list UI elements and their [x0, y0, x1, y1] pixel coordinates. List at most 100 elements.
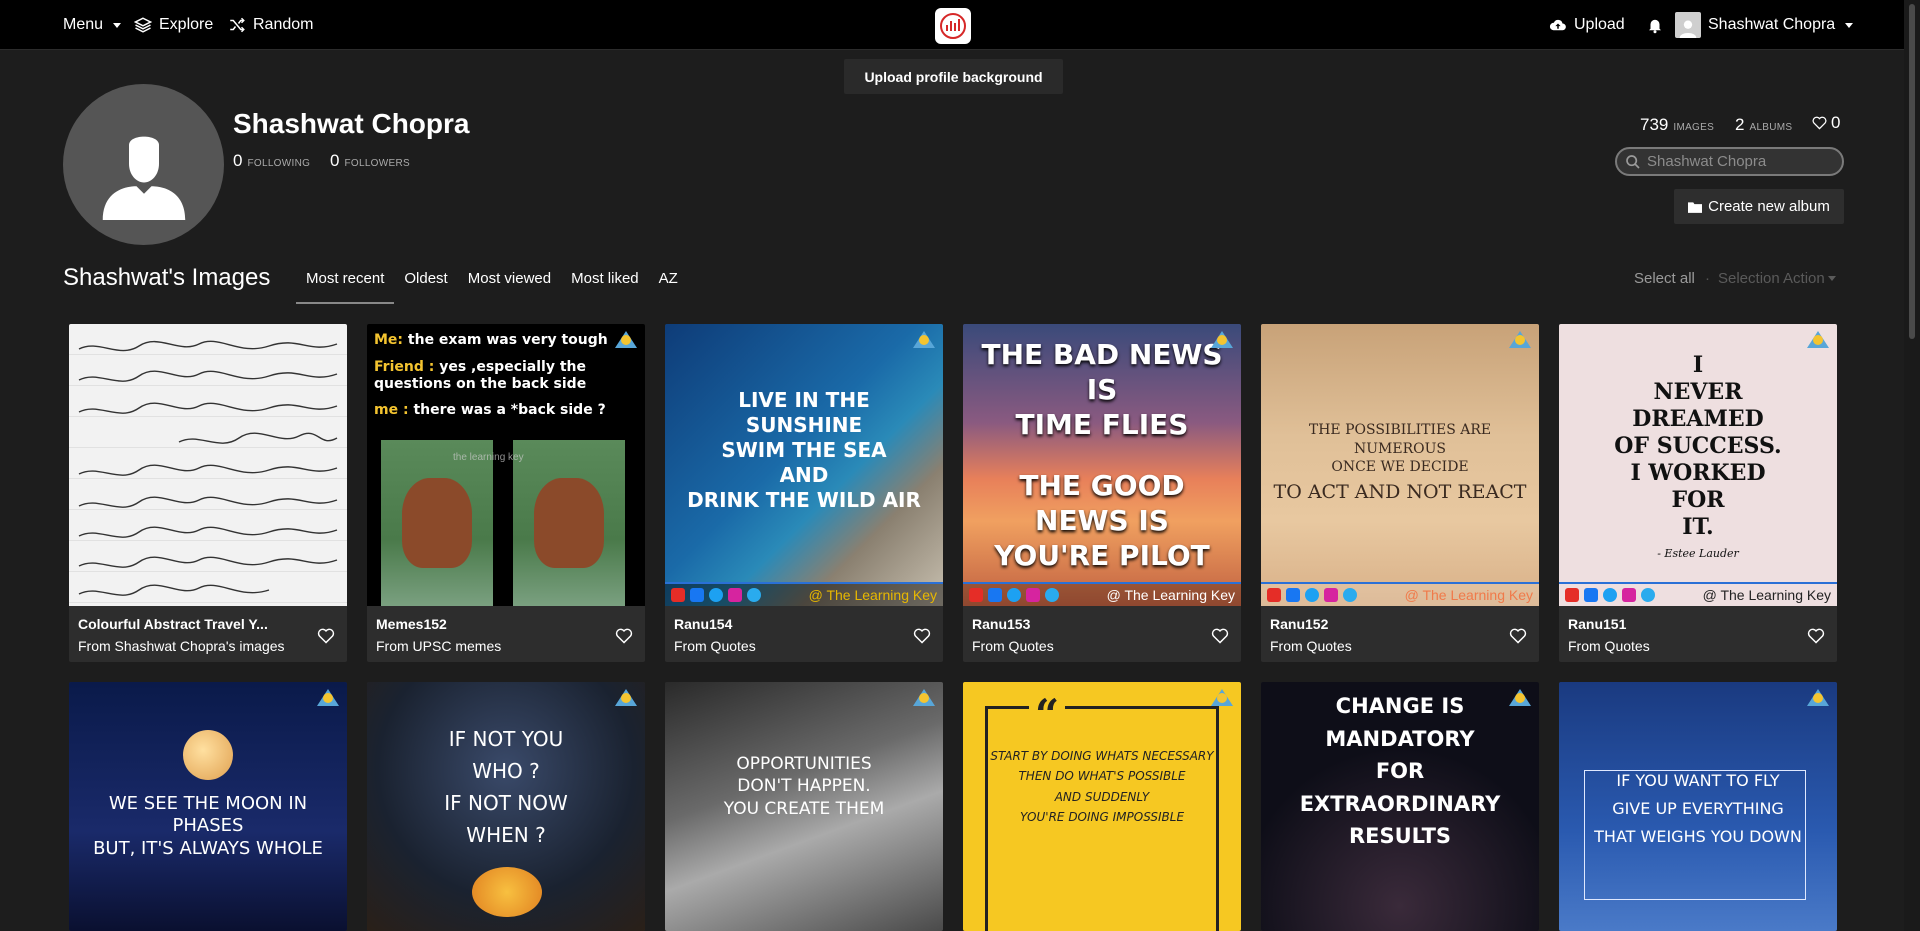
- quote-text-top: THE BAD NEWS IS TIME FLIES: [981, 338, 1223, 441]
- image-card[interactable]: CHANGE IS MANDATORY FOR EXTRAORDINARY RE…: [1261, 682, 1539, 931]
- card-title[interactable]: Ranu151: [1568, 616, 1793, 632]
- followers-stat[interactable]: 0 FOLLOWERS: [330, 151, 410, 171]
- card-title[interactable]: Ranu153: [972, 616, 1197, 632]
- image-thumbnail[interactable]: THE POSSIBILITIES ARE NUMEROUS ONCE WE D…: [1261, 324, 1539, 606]
- tab-az[interactable]: AZ: [649, 260, 688, 304]
- moon-shape: [183, 730, 233, 780]
- telegram-icon: [1343, 588, 1357, 602]
- image-thumbnail[interactable]: WE SEE THE MOON IN PHASES BUT, IT'S ALWA…: [69, 682, 347, 931]
- youtube-icon: [969, 588, 983, 602]
- card-info: Ranu151 From Quotes: [1559, 606, 1837, 662]
- likes-stat[interactable]: 0: [1812, 113, 1840, 133]
- telegram-icon: [747, 588, 761, 602]
- tab-oldest[interactable]: Oldest: [394, 260, 457, 304]
- image-thumbnail[interactable]: [69, 324, 347, 606]
- tab-most-recent[interactable]: Most recent: [296, 260, 395, 304]
- layers-icon: [134, 17, 152, 33]
- images-stat[interactable]: 739 IMAGES: [1640, 115, 1714, 135]
- instagram-icon: [1026, 588, 1040, 602]
- image-card[interactable]: THE POSSIBILITIES ARE NUMEROUS ONCE WE D…: [1261, 324, 1539, 662]
- profile-search-box: [1615, 147, 1844, 176]
- albums-stat[interactable]: 2 ALBUMS: [1735, 115, 1792, 135]
- card-album[interactable]: From Quotes: [1568, 638, 1798, 654]
- image-card[interactable]: IF NOT YOU WHO ? IF NOT NOW WHEN ?: [367, 682, 645, 931]
- social-bar: @ The Learning Key: [1559, 582, 1837, 606]
- image-thumbnail[interactable]: I NEVER DREAMED OF SUCCESS. I WORKED FOR…: [1559, 324, 1837, 606]
- logo-badge-icon: [1805, 686, 1831, 708]
- image-thumbnail[interactable]: OPPORTUNITIES DON'T HAPPEN. YOU CREATE T…: [665, 682, 943, 931]
- card-info: Ranu152 From Quotes: [1261, 606, 1539, 662]
- bell-icon: [1649, 19, 1661, 34]
- scrollbar-thumb[interactable]: [1909, 4, 1915, 339]
- user-silhouette-icon: [102, 136, 185, 220]
- albums-label: ALBUMS: [1749, 122, 1793, 133]
- folder-icon: [1688, 201, 1703, 213]
- like-button[interactable]: [1509, 628, 1527, 644]
- like-button[interactable]: [615, 628, 633, 644]
- select-all-link[interactable]: Select all: [1634, 270, 1695, 287]
- chevron-down-icon: [1845, 22, 1854, 28]
- notifications-button[interactable]: [1646, 0, 1664, 50]
- image-thumbnail[interactable]: LIVE IN THE SUNSHINE SWIM THE SEA AND DR…: [665, 324, 943, 606]
- site-logo[interactable]: [935, 8, 971, 44]
- watermark-handle: @ The Learning Key: [808, 587, 937, 603]
- explore-link[interactable]: Explore: [134, 0, 213, 50]
- image-card[interactable]: OPPORTUNITIES DON'T HAPPEN. YOU CREATE T…: [665, 682, 943, 931]
- image-card[interactable]: I NEVER DREAMED OF SUCCESS. I WORKED FOR…: [1559, 324, 1837, 662]
- image-card[interactable]: LIVE IN THE SUNSHINE SWIM THE SEA AND DR…: [665, 324, 943, 662]
- chevron-down-icon: [1827, 276, 1836, 281]
- card-album[interactable]: From Quotes: [972, 638, 1202, 654]
- quote-text: CHANGE IS MANDATORY FOR EXTRAORDINARY RE…: [1299, 694, 1501, 849]
- create-album-button[interactable]: Create new album: [1674, 189, 1844, 224]
- like-button[interactable]: [1807, 628, 1825, 644]
- quote-text: IF NOT YOU WHO ? IF NOT NOW WHEN ?: [444, 726, 568, 847]
- heart-icon: [1807, 628, 1825, 644]
- image-card[interactable]: Colourful Abstract Travel Y... From Shas…: [69, 324, 347, 662]
- selection-action-dropdown[interactable]: Selection Action: [1718, 270, 1836, 287]
- image-card[interactable]: THE BAD NEWS IS TIME FLIES THE GOOD NEWS…: [963, 324, 1241, 662]
- user-menu-dropdown[interactable]: Shashwat Chopra: [1675, 0, 1854, 50]
- image-card[interactable]: “ START BY DOING WHATS NECESSARY THEN DO…: [963, 682, 1241, 931]
- card-title[interactable]: Colourful Abstract Travel Y...: [78, 616, 303, 632]
- upload-button[interactable]: Upload: [1549, 0, 1625, 50]
- profile-name: Shashwat Chopra: [233, 108, 470, 139]
- like-button[interactable]: [913, 628, 931, 644]
- like-button[interactable]: [1211, 628, 1229, 644]
- card-album[interactable]: From Shashwat Chopra's images: [78, 638, 308, 654]
- card-title[interactable]: Ranu152: [1270, 616, 1495, 632]
- image-card[interactable]: Me: the exam was very tough Friend : yes…: [367, 324, 645, 662]
- upload-profile-background-button[interactable]: Upload profile background: [844, 59, 1063, 94]
- heart-icon: [1211, 628, 1229, 644]
- image-card[interactable]: IF YOU WANT TO FLY GIVE UP EVERYTHING TH…: [1559, 682, 1837, 931]
- logo-badge-icon: [1805, 328, 1831, 350]
- quote-text: OPPORTUNITIES DON'T HAPPEN. YOU CREATE T…: [723, 754, 885, 819]
- quote-text: WE SEE THE MOON IN PHASES BUT, IT'S ALWA…: [93, 792, 323, 859]
- youtube-icon: [671, 588, 685, 602]
- meme-line-3: there was a *back side ?: [413, 402, 606, 419]
- section-title: Shashwat's Images: [63, 264, 271, 291]
- card-title[interactable]: Ranu154: [674, 616, 899, 632]
- tab-most-viewed[interactable]: Most viewed: [458, 260, 561, 304]
- quote-frame: [1584, 770, 1806, 900]
- image-card[interactable]: WE SEE THE MOON IN PHASES BUT, IT'S ALWA…: [69, 682, 347, 931]
- profile-search-input[interactable]: [1647, 153, 1837, 170]
- image-thumbnail[interactable]: “ START BY DOING WHATS NECESSARY THEN DO…: [963, 682, 1241, 931]
- card-title[interactable]: Memes152: [376, 616, 601, 632]
- image-thumbnail[interactable]: CHANGE IS MANDATORY FOR EXTRAORDINARY RE…: [1261, 682, 1539, 931]
- card-album[interactable]: From Quotes: [674, 638, 904, 654]
- menu-dropdown[interactable]: Menu: [63, 0, 122, 50]
- image-thumbnail[interactable]: IF YOU WANT TO FLY GIVE UP EVERYTHING TH…: [1559, 682, 1837, 931]
- logo-badge-icon: [315, 686, 341, 708]
- card-album[interactable]: From Quotes: [1270, 638, 1500, 654]
- random-link[interactable]: Random: [228, 0, 313, 50]
- following-stat[interactable]: 0 FOLLOWING: [233, 151, 310, 171]
- tab-most-liked[interactable]: Most liked: [561, 260, 649, 304]
- image-thumbnail[interactable]: Me: the exam was very tough Friend : yes…: [367, 324, 645, 606]
- page-scrollbar[interactable]: [1904, 0, 1920, 931]
- profile-avatar[interactable]: [63, 84, 224, 245]
- image-thumbnail[interactable]: IF NOT YOU WHO ? IF NOT NOW WHEN ?: [367, 682, 645, 931]
- albums-count: 2: [1735, 115, 1745, 134]
- image-thumbnail[interactable]: THE BAD NEWS IS TIME FLIES THE GOOD NEWS…: [963, 324, 1241, 606]
- card-album[interactable]: From UPSC memes: [376, 638, 606, 654]
- like-button[interactable]: [317, 628, 335, 644]
